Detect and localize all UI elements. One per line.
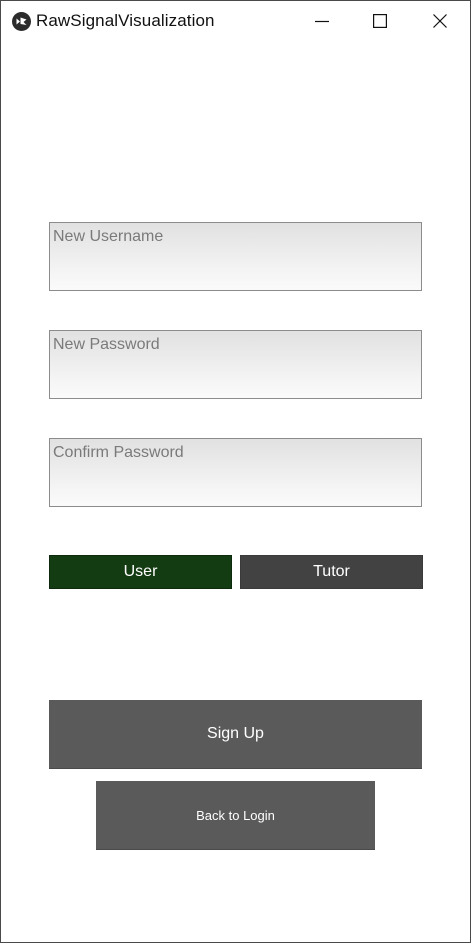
kivy-logo-icon <box>12 12 31 31</box>
role-user-button[interactable]: User <box>49 555 232 589</box>
minimize-icon <box>315 20 329 23</box>
maximize-button[interactable] <box>351 1 409 41</box>
close-button[interactable] <box>411 1 469 41</box>
confirm-password-field[interactable]: Confirm Password <box>49 438 422 507</box>
username-input[interactable] <box>50 223 421 290</box>
maximize-icon <box>373 14 387 28</box>
back-to-login-button[interactable]: Back to Login <box>96 781 375 850</box>
sign-up-button[interactable]: Sign Up <box>49 700 422 769</box>
window-title: RawSignalVisualization <box>36 11 215 30</box>
role-tutor-button[interactable]: Tutor <box>240 555 423 589</box>
password-field[interactable]: New Password <box>49 330 422 399</box>
title-bar[interactable]: RawSignalVisualization <box>1 1 470 41</box>
confirm-password-input[interactable] <box>50 439 421 506</box>
password-input[interactable] <box>50 331 421 398</box>
app-window: RawSignalVisualization New Username New … <box>0 0 471 943</box>
close-icon <box>433 14 447 28</box>
username-field[interactable]: New Username <box>49 222 422 291</box>
signup-screen: New Username New Password Confirm Passwo… <box>1 41 470 942</box>
minimize-button[interactable] <box>293 1 351 41</box>
